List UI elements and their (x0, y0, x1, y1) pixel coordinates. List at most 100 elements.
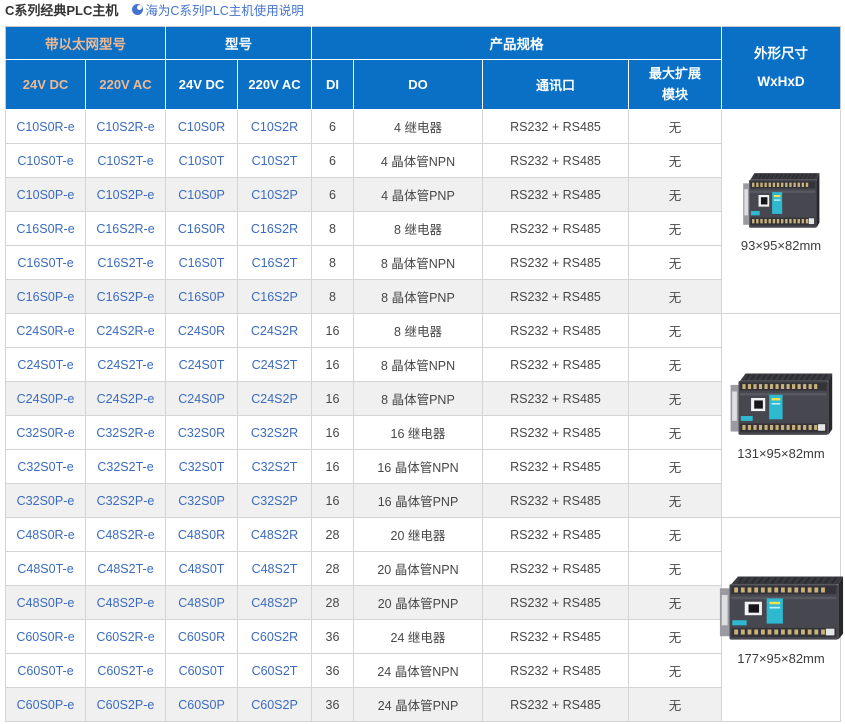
table-row: C24S0P-e C24S2P-e C24S0P C24S2P 16 8 晶体管… (6, 382, 841, 416)
model-eth-24v-link[interactable]: C16S0T-e (6, 246, 86, 280)
model-eth-24v-link[interactable]: C60S0P-e (6, 688, 86, 722)
model-220v-link[interactable]: C16S2P (238, 280, 312, 314)
table-row: C32S0T-e C32S2T-e C32S0T C32S2T 16 16 晶体… (6, 450, 841, 484)
model-24v-link[interactable]: C24S0T (166, 348, 238, 382)
model-eth-220v-link[interactable]: C24S2P-e (86, 382, 166, 416)
model-eth-220v-link[interactable]: C24S2R-e (86, 314, 166, 348)
model-220v-link[interactable]: C16S2R (238, 212, 312, 246)
model-220v-link[interactable]: C32S2P (238, 484, 312, 518)
di-value: 16 (312, 416, 354, 450)
model-220v-link[interactable]: C24S2P (238, 382, 312, 416)
model-220v-link[interactable]: C60S2R (238, 620, 312, 654)
model-24v-link[interactable]: C48S0T (166, 552, 238, 586)
model-eth-24v-link[interactable]: C32S0T-e (6, 450, 86, 484)
model-eth-24v-link[interactable]: C16S0R-e (6, 212, 86, 246)
model-eth-220v-link[interactable]: C48S2T-e (86, 552, 166, 586)
model-eth-220v-link[interactable]: C16S2P-e (86, 280, 166, 314)
comm-port-value: RS232 + RS485 (483, 586, 629, 620)
model-eth-220v-link[interactable]: C10S2R-e (86, 110, 166, 144)
model-eth-220v-link[interactable]: C60S2P-e (86, 688, 166, 722)
di-value: 16 (312, 382, 354, 416)
model-24v-link[interactable]: C16S0T (166, 246, 238, 280)
model-eth-24v-link[interactable]: C60S0T-e (6, 654, 86, 688)
model-eth-24v-link[interactable]: C48S0T-e (6, 552, 86, 586)
model-220v-link[interactable]: C48S2T (238, 552, 312, 586)
model-220v-link[interactable]: C16S2T (238, 246, 312, 280)
model-220v-link[interactable]: C10S2T (238, 144, 312, 178)
model-220v-link[interactable]: C60S2T (238, 654, 312, 688)
model-eth-24v-link[interactable]: C10S0T-e (6, 144, 86, 178)
col-220vac: 220V AC (238, 60, 312, 110)
dimension-label: 131×95×82mm (737, 446, 824, 461)
do-value: 4 晶体管NPN (354, 144, 483, 178)
model-220v-link[interactable]: C60S2P (238, 688, 312, 722)
model-24v-link[interactable]: C48S0R (166, 518, 238, 552)
model-eth-24v-link[interactable]: C48S0P-e (6, 586, 86, 620)
model-eth-220v-link[interactable]: C60S2T-e (86, 654, 166, 688)
model-24v-link[interactable]: C10S0R (166, 110, 238, 144)
titlebar: C系列经典PLC主机 海为C系列PLC主机使用说明 (0, 0, 845, 18)
comm-port-value: RS232 + RS485 (483, 178, 629, 212)
model-24v-link[interactable]: C32S0T (166, 450, 238, 484)
model-24v-link[interactable]: C32S0P (166, 484, 238, 518)
model-eth-220v-link[interactable]: C16S2R-e (86, 212, 166, 246)
model-eth-24v-link[interactable]: C32S0P-e (6, 484, 86, 518)
model-eth-220v-link[interactable]: C10S2T-e (86, 144, 166, 178)
comm-port-value: RS232 + RS485 (483, 654, 629, 688)
model-24v-link[interactable]: C60S0T (166, 654, 238, 688)
table-row: C60S0P-e C60S2P-e C60S0P C60S2P 36 24 晶体… (6, 688, 841, 722)
model-eth-220v-link[interactable]: C32S2T-e (86, 450, 166, 484)
do-value: 24 晶体管NPN (354, 654, 483, 688)
model-220v-link[interactable]: C10S2P (238, 178, 312, 212)
model-220v-link[interactable]: C48S2R (238, 518, 312, 552)
di-value: 8 (312, 212, 354, 246)
model-eth-24v-link[interactable]: C60S0R-e (6, 620, 86, 654)
model-eth-24v-link[interactable]: C24S0P-e (6, 382, 86, 416)
col-eth-220vac: 220V AC (86, 60, 166, 110)
model-24v-link[interactable]: C48S0P (166, 586, 238, 620)
model-eth-24v-link[interactable]: C10S0R-e (6, 110, 86, 144)
model-24v-link[interactable]: C10S0P (166, 178, 238, 212)
model-eth-220v-link[interactable]: C60S2R-e (86, 620, 166, 654)
model-220v-link[interactable]: C32S2T (238, 450, 312, 484)
model-24v-link[interactable]: C24S0P (166, 382, 238, 416)
model-24v-link[interactable]: C24S0R (166, 314, 238, 348)
model-24v-link[interactable]: C10S0T (166, 144, 238, 178)
model-eth-220v-link[interactable]: C48S2R-e (86, 518, 166, 552)
table-row: C10S0P-e C10S2P-e C10S0P C10S2P 6 4 晶体管P… (6, 178, 841, 212)
model-24v-link[interactable]: C16S0R (166, 212, 238, 246)
usage-guide-link[interactable]: 海为C系列PLC主机使用说明 (132, 0, 303, 19)
model-24v-link[interactable]: C60S0R (166, 620, 238, 654)
do-value: 16 晶体管PNP (354, 484, 483, 518)
table-row: C16S0R-e C16S2R-e C16S0R C16S2R 8 8 继电器 … (6, 212, 841, 246)
comm-port-value: RS232 + RS485 (483, 620, 629, 654)
model-eth-220v-link[interactable]: C24S2T-e (86, 348, 166, 382)
comm-port-value: RS232 + RS485 (483, 416, 629, 450)
di-value: 6 (312, 178, 354, 212)
model-eth-24v-link[interactable]: C16S0P-e (6, 280, 86, 314)
model-24v-link[interactable]: C60S0P (166, 688, 238, 722)
model-220v-link[interactable]: C10S2R (238, 110, 312, 144)
model-220v-link[interactable]: C24S2T (238, 348, 312, 382)
model-eth-24v-link[interactable]: C10S0P-e (6, 178, 86, 212)
model-eth-24v-link[interactable]: C48S0R-e (6, 518, 86, 552)
model-220v-link[interactable]: C48S2P (238, 586, 312, 620)
model-eth-220v-link[interactable]: C48S2P-e (86, 586, 166, 620)
max-expansion-value: 无 (629, 144, 722, 178)
model-eth-220v-link[interactable]: C32S2P-e (86, 484, 166, 518)
model-eth-220v-link[interactable]: C10S2P-e (86, 178, 166, 212)
model-220v-link[interactable]: C32S2R (238, 416, 312, 450)
model-eth-24v-link[interactable]: C24S0T-e (6, 348, 86, 382)
do-value: 20 继电器 (354, 518, 483, 552)
model-eth-220v-link[interactable]: C16S2T-e (86, 246, 166, 280)
gear-bullet-icon (132, 4, 143, 15)
model-24v-link[interactable]: C32S0R (166, 416, 238, 450)
dimensions-header-line2: WxHxD (722, 74, 840, 90)
model-24v-link[interactable]: C16S0P (166, 280, 238, 314)
do-value: 4 晶体管PNP (354, 178, 483, 212)
page-title: C系列经典PLC主机 (5, 0, 118, 19)
model-eth-220v-link[interactable]: C32S2R-e (86, 416, 166, 450)
model-eth-24v-link[interactable]: C24S0R-e (6, 314, 86, 348)
model-220v-link[interactable]: C24S2R (238, 314, 312, 348)
model-eth-24v-link[interactable]: C32S0R-e (6, 416, 86, 450)
